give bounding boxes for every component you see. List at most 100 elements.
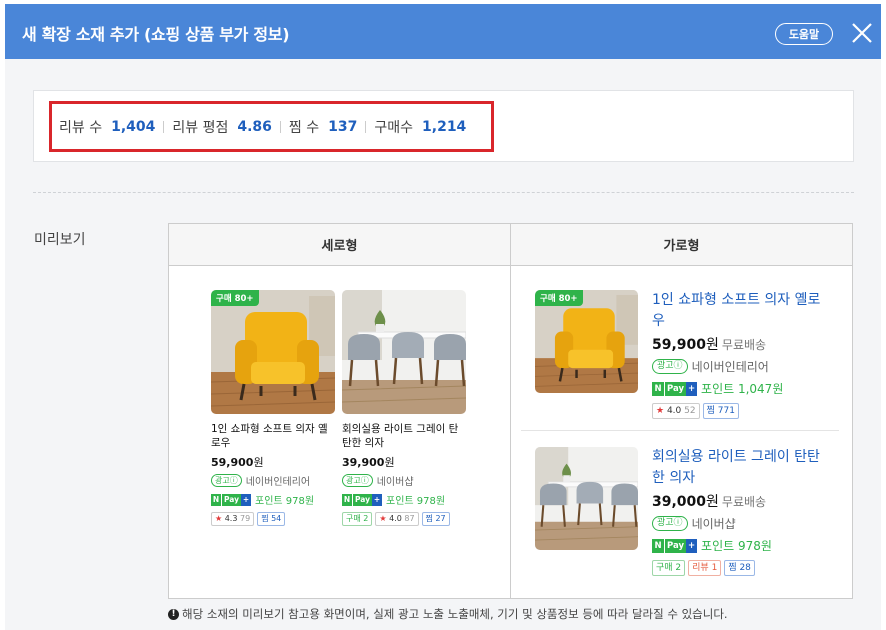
stats-highlight: 리뷰 수 1,404 리뷰 평점 4.86 찜 수 137 구매수 1,214 [49,101,494,152]
vertical-product-card-1[interactable]: 구매 80+ 1인 쇼파형 소프트 의자 옐로우 59,900원 광고ⓘ 네이버… [211,290,335,526]
horizontal-product-row-1[interactable]: 구매 80+ 1인 쇼파형 소프트 의자 옐로우 59,900원 무료배송 광고ⓘ… [535,290,840,420]
divider [279,120,281,133]
star-icon: ★ [379,514,387,523]
zzim-tag: 찜 27 [421,512,450,526]
vertical-product-card-2[interactable]: 회의실용 라이트 그레이 탄탄한 의자 39,900원 광고ⓘ 네이버샵 N Pa… [342,290,466,526]
npay-plus-icon: N Pay + [342,493,383,506]
npay-pay: Pay [664,381,687,396]
divider [365,120,367,133]
rating-count: 52 [684,406,696,416]
vertical-column-header: 세로형 [169,224,510,266]
shipping-label: 무료배송 [721,338,767,352]
horizontal-column-header: 가로형 [511,224,852,266]
zzim-count-value: 137 [328,118,358,135]
npay-points: 포인트 978원 [255,496,315,507]
product-info: 1인 쇼파형 소프트 의자 옐로우 59,900원 무료배송 광고ⓘ 네이버인테리… [652,290,832,419]
price-unit: 원 [253,456,264,469]
info-icon: ! [168,608,179,620]
purchase-count-value: 1,214 [422,118,467,135]
price-value: 59,900 [211,456,254,469]
npay-plus: + [686,538,698,553]
close-icon[interactable] [848,19,876,47]
product-name[interactable]: 1인 쇼파형 소프트 의자 옐로우 [652,290,832,332]
npay-row: N Pay + 포인트 978원 [211,492,335,507]
notice-text: 해당 소재의 미리보기 참고용 화면이며, 실제 광고 노출 노출매체, 기기 … [182,607,728,621]
help-button[interactable]: 도움말 [775,23,833,45]
zzim-tag: 찜 54 [257,512,286,526]
horizontal-product-row-2[interactable]: 회의실용 라이트 그레이 탄탄한 의자 39,000원 무료배송 광고ⓘ 네이버샵… [535,447,840,582]
npay-points: 포인트 978원 [386,496,446,507]
review-count-value: 1,404 [111,118,156,135]
rating-count: 87 [404,514,415,523]
product-price: 59,900원 무료배송 [652,334,832,354]
product-tags: 구매 2 ★ 4.0 87 찜 27 [342,512,466,526]
npay-points: 포인트 1,047원 [701,382,784,396]
purchase-tag: 구매 2 [342,512,373,526]
product-name[interactable]: 회의실용 라이트 그레이 탄탄한 의자 [342,422,466,450]
npay-plus-icon: N Pay + [652,381,698,396]
ad-seller-row: 광고ⓘ 네이버인테리어 [652,358,832,375]
npay-n: N [211,493,221,506]
rating-value: 4.3 [224,514,238,523]
purchase-badge: 구매 80+ [211,290,259,306]
npay-pay: Pay [664,538,687,553]
purchase-badge: 구매 80+ [535,290,583,306]
ad-badge: 광고ⓘ [211,474,242,487]
star-icon: ★ [215,514,223,523]
product-price: 59,900원 [211,454,335,470]
zzim-tag: 찜 28 [724,560,755,576]
price-unit: 원 [706,337,719,353]
npay-n: N [652,538,664,553]
npay-n: N [652,381,664,396]
npay-n: N [342,493,352,506]
review-tag: 리뷰 1 [688,560,722,576]
review-rating-value: 4.86 [237,118,272,135]
seller-name: 네이버인테리어 [691,360,769,374]
npay-row: N Pay + 포인트 978원 [652,537,832,554]
shipping-label: 무료배송 [721,495,767,509]
preview-notice: ! 해당 소재의 미리보기 참고용 화면이며, 실제 광고 노출 노출매체, 기… [168,606,728,622]
preview-label: 미리보기 [34,232,86,248]
npay-plus: + [686,381,698,396]
product-image-grey-chairs [342,290,466,414]
product-image-yellow-chair: 구매 80+ [211,290,335,414]
seller-name: 네이버인테리어 [245,477,311,488]
npay-row: N Pay + 포인트 1,047원 [652,380,832,397]
ad-seller-row: 광고ⓘ 네이버인테리어 [211,473,335,488]
product-name[interactable]: 회의실용 라이트 그레이 탄탄한 의자 [652,447,832,489]
rating-tag: ★ 4.0 52 [652,403,700,419]
price-value: 59,900 [652,337,707,353]
npay-row: N Pay + 포인트 978원 [342,492,466,507]
purchase-tag: 구매 2 [652,560,686,576]
product-tags: 구매 2 리뷰 1 찜 28 [652,560,832,576]
product-price: 39,900원 [342,454,466,470]
product-name[interactable]: 1인 쇼파형 소프트 의자 옐로우 [211,422,335,450]
section-divider [33,192,854,193]
rating-value: 4.0 [666,406,682,416]
npay-pay: Pay [221,493,242,506]
purchase-count-label: 구매수 [374,119,414,136]
rating-tag: ★ 4.0 87 [375,512,419,526]
seller-name: 네이버샵 [376,477,414,488]
ad-badge: 광고ⓘ [652,359,688,374]
ad-seller-row: 광고ⓘ 네이버샵 [342,473,466,488]
rating-tag: ★ 4.3 79 [211,512,255,526]
column-divider [510,224,511,598]
npay-plus: + [241,493,252,506]
product-image-grey-chairs [535,447,638,550]
npay-plus-icon: N Pay + [211,493,252,506]
review-count-label: 리뷰 수 [59,119,103,136]
product-info: 회의실용 라이트 그레이 탄탄한 의자 39,000원 무료배송 광고ⓘ 네이버샵… [652,447,832,576]
row-divider [521,430,839,431]
price-value: 39,900 [342,456,385,469]
review-rating-label: 리뷰 평점 [172,119,229,136]
price-unit: 원 [706,494,719,510]
modal-header: 새 확장 소재 추가 (쇼핑 상품 부가 정보) 도움말 [5,4,881,59]
rating-count: 79 [240,514,251,523]
ad-badge: 광고ⓘ [652,516,688,531]
modal-title: 새 확장 소재 추가 (쇼핑 상품 부가 정보) [22,25,290,44]
product-image-yellow-chair: 구매 80+ [535,290,638,393]
price-unit: 원 [384,456,395,469]
zzim-tag: 찜 771 [702,403,739,419]
npay-plus: + [372,493,383,506]
